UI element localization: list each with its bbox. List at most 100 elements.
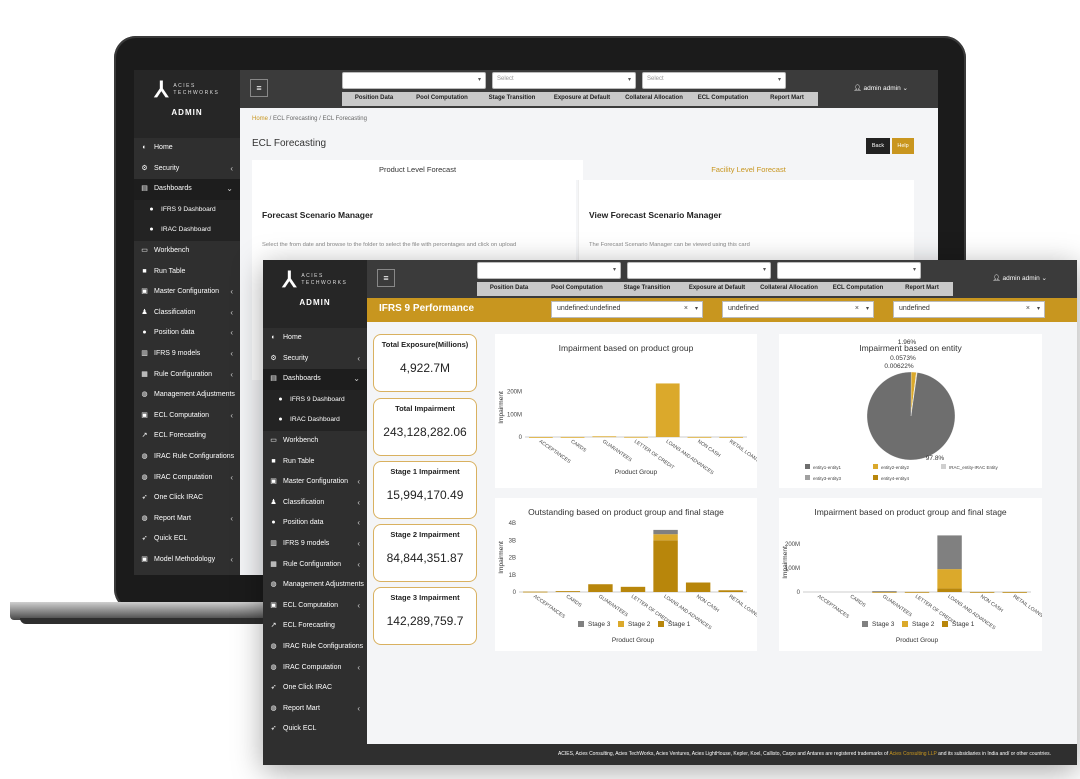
back-button[interactable]: Back bbox=[866, 138, 890, 154]
sidebar-item-ifrs-9-dashboard[interactable]: ● IFRS 9 Dashboard bbox=[134, 199, 240, 221]
sidebar-item-irac-computation[interactable]: ◍ IRAC Computation ‹ bbox=[134, 468, 240, 489]
sidebar-item-irac-dashboard[interactable]: ● IRAC Dashboard bbox=[263, 410, 367, 431]
sidebar-item-rule-configuration[interactable]: ▦ Rule Configuration ‹ bbox=[134, 365, 240, 386]
nav-stage-transition[interactable]: Stage Transition bbox=[478, 92, 546, 106]
front-select-1[interactable]: ▾ bbox=[477, 262, 621, 279]
sidebar-item-irac-computation[interactable]: ◍ IRAC Computation ‹ bbox=[263, 658, 367, 679]
front-user-menu[interactable]: 👤︎ admin admin ⌄ bbox=[992, 274, 1047, 282]
nav-ecl-computation[interactable]: ECL Computation bbox=[825, 282, 891, 296]
chevron-left-icon: ‹ bbox=[230, 163, 233, 173]
tab-product-level[interactable]: Product Level Forecast bbox=[252, 160, 583, 180]
kpi-label: Total Exposure(Millions) bbox=[381, 340, 469, 349]
nav-position-data[interactable]: Position Data bbox=[342, 92, 406, 106]
hamburger-icon[interactable]: ≡ bbox=[377, 269, 395, 287]
sidebar-item-run-table[interactable]: ■ Run Table bbox=[134, 262, 240, 283]
footer-link[interactable]: Acies Consulting LLP bbox=[889, 751, 936, 757]
sidebar-item-ifrs-9-models[interactable]: ▥ IFRS 9 models ‹ bbox=[134, 344, 240, 365]
sidebar-item-classification[interactable]: ♟ Classification ‹ bbox=[263, 493, 367, 514]
help-button[interactable]: Help bbox=[892, 138, 914, 154]
clear-icon[interactable]: × bbox=[855, 305, 859, 312]
kpi-label: Stage 3 Impairment bbox=[390, 593, 460, 602]
sidebar-item-irac-rule-configurations[interactable]: ◍ IRAC Rule Configurations bbox=[134, 447, 240, 468]
sidebar-item-workbench[interactable]: ▭ Workbench bbox=[263, 431, 367, 452]
sidebar-item-ifrs-9-models[interactable]: ▥ IFRS 9 models ‹ bbox=[263, 534, 367, 555]
sidebar-item-label: Management Adjustments bbox=[154, 391, 235, 399]
sidebar-item-quick-ecl[interactable]: ➶ Quick ECL bbox=[263, 719, 367, 740]
chart-title: Outstanding based on product group and f… bbox=[528, 507, 724, 517]
sidebar-item-label: Classification bbox=[154, 308, 196, 316]
sidebar-item-report-mart[interactable]: ◍ Report Mart ‹ bbox=[134, 509, 240, 530]
x-tick-label: NON CASH bbox=[695, 594, 720, 614]
sidebar-item-model-methodology[interactable]: ▣ Model Methodology ‹ bbox=[134, 550, 240, 571]
sidebar-item-ecl-forecasting[interactable]: ↗ ECL Forecasting bbox=[134, 426, 240, 447]
sidebar-item-ifrs-9-dashboard[interactable]: ● IFRS 9 Dashboard bbox=[263, 389, 367, 411]
sidebar-item-position-data[interactable]: ● Position data ‹ bbox=[263, 513, 367, 534]
hamburger-icon[interactable]: ≡ bbox=[250, 79, 268, 97]
circle-icon: ● bbox=[278, 395, 283, 403]
back-user-menu[interactable]: 👤︎ admin admin ⌄ bbox=[853, 84, 908, 92]
nav-pool-computation[interactable]: Pool Computation bbox=[406, 92, 478, 106]
nav-stage-transition[interactable]: Stage Transition bbox=[613, 282, 681, 296]
kpi-total-exposure: Total Exposure(Millions) 4,922.7M bbox=[373, 334, 477, 392]
sidebar-item-workbench[interactable]: ▭ Workbench bbox=[134, 241, 240, 262]
nav-report-mart[interactable]: Report Mart bbox=[756, 92, 818, 106]
sidebar-item-position-data[interactable]: ● Position data ‹ bbox=[134, 323, 240, 344]
sidebar-item-irac-rule-configurations[interactable]: ◍ IRAC Rule Configurations bbox=[263, 637, 367, 658]
laptop-base-shadow bbox=[20, 618, 268, 624]
nav-exposure-at-default[interactable]: Exposure at Default bbox=[546, 92, 618, 106]
sidebar-item-home[interactable]: ◐ Home bbox=[134, 138, 240, 159]
sidebar-item-quick-ecl[interactable]: ➶ Quick ECL bbox=[134, 529, 240, 550]
brand-name: ACIES bbox=[301, 273, 324, 279]
nav-collateral-allocation[interactable]: Collateral Allocation bbox=[753, 282, 825, 296]
sidebar-item-one-click-irac[interactable]: ➶ One Click IRAC bbox=[263, 678, 367, 699]
sidebar-item-classification[interactable]: ♟ Classification ‹ bbox=[134, 303, 240, 324]
breadcrumb-home[interactable]: Home bbox=[252, 116, 268, 122]
sidebar-item-label: Position data bbox=[154, 329, 195, 337]
nav-exposure-at-default[interactable]: Exposure at Default bbox=[681, 282, 753, 296]
sidebar-item-dashboards[interactable]: ▤ Dashboards ⌄ bbox=[134, 179, 240, 200]
sidebar-item-rule-configuration[interactable]: ▦ Rule Configuration ‹ bbox=[263, 555, 367, 576]
legend-swatch bbox=[618, 621, 624, 627]
nav-collateral-allocation[interactable]: Collateral Allocation bbox=[618, 92, 690, 106]
toggle-icon: ▭ bbox=[141, 246, 148, 254]
nav-pool-computation[interactable]: Pool Computation bbox=[541, 282, 613, 296]
back-select-2[interactable]: Select ▾ bbox=[492, 72, 636, 89]
sidebar-item-dashboards[interactable]: ▤ Dashboards ⌄ bbox=[263, 369, 367, 390]
sidebar-item-label: IRAC Computation bbox=[283, 663, 342, 671]
filter-select-1[interactable]: undefined:undefined × ▾ bbox=[551, 301, 703, 318]
sidebar-item-run-table[interactable]: ■ Run Table bbox=[263, 452, 367, 473]
sidebar-item-report-mart[interactable]: ◍ Report Mart ‹ bbox=[263, 699, 367, 720]
sidebar-item-management-adjustments[interactable]: ◍ Management Adjustments bbox=[134, 385, 240, 406]
sidebar-item-ecl-computation[interactable]: ▣ ECL Computation ‹ bbox=[263, 596, 367, 617]
sidebar-item-management-adjustments[interactable]: ◍ Management Adjustments bbox=[263, 575, 367, 596]
sidebar-item-one-click-irac[interactable]: ➶ One Click IRAC bbox=[134, 488, 240, 509]
nav-position-data[interactable]: Position Data bbox=[477, 282, 541, 296]
globe-icon: ◍ bbox=[270, 581, 277, 589]
back-select-1[interactable]: ▾ bbox=[342, 72, 486, 89]
toggle-icon: ▭ bbox=[270, 436, 277, 444]
clear-icon[interactable]: × bbox=[684, 305, 688, 312]
filter-select-3[interactable]: undefined × ▾ bbox=[893, 301, 1045, 318]
back-select-3[interactable]: Select ▾ bbox=[642, 72, 786, 89]
sidebar-item-security[interactable]: ⚙ Security ‹ bbox=[263, 349, 367, 370]
sidebar-item-security[interactable]: ⚙ Security ‹ bbox=[134, 159, 240, 180]
sidebar-item-irac-dashboard[interactable]: ● IRAC Dashboard bbox=[134, 220, 240, 241]
sidebar-item-master-configuration[interactable]: ▣ Master Configuration ‹ bbox=[263, 472, 367, 493]
bar-segment bbox=[937, 535, 962, 570]
sidebar-item-ecl-computation[interactable]: ▣ ECL Computation ‹ bbox=[134, 406, 240, 427]
sidebar-item-ecl-forecasting[interactable]: ↗ ECL Forecasting bbox=[263, 616, 367, 637]
sidebar-item-master-configuration[interactable]: ▣ Master Configuration ‹ bbox=[134, 282, 240, 303]
y-tick-label: 0 bbox=[797, 590, 801, 596]
sidebar-item-label: Rule Configuration bbox=[154, 370, 212, 378]
nav-report-mart[interactable]: Report Mart bbox=[891, 282, 953, 296]
filter-select-2[interactable]: undefined × ▾ bbox=[722, 301, 874, 318]
nav-ecl-computation[interactable]: ECL Computation bbox=[690, 92, 756, 106]
clear-icon[interactable]: × bbox=[1026, 305, 1030, 312]
logo-mark-icon: ⅄ bbox=[282, 267, 297, 292]
x-tick-label: GUARANTEES bbox=[601, 439, 633, 464]
front-select-3[interactable]: ▾ bbox=[777, 262, 921, 279]
front-select-2[interactable]: ▾ bbox=[627, 262, 771, 279]
tab-facility-level[interactable]: Facility Level Forecast bbox=[583, 160, 914, 180]
globe-icon: ◍ bbox=[270, 642, 277, 650]
sidebar-item-home[interactable]: ◐ Home bbox=[263, 328, 367, 349]
